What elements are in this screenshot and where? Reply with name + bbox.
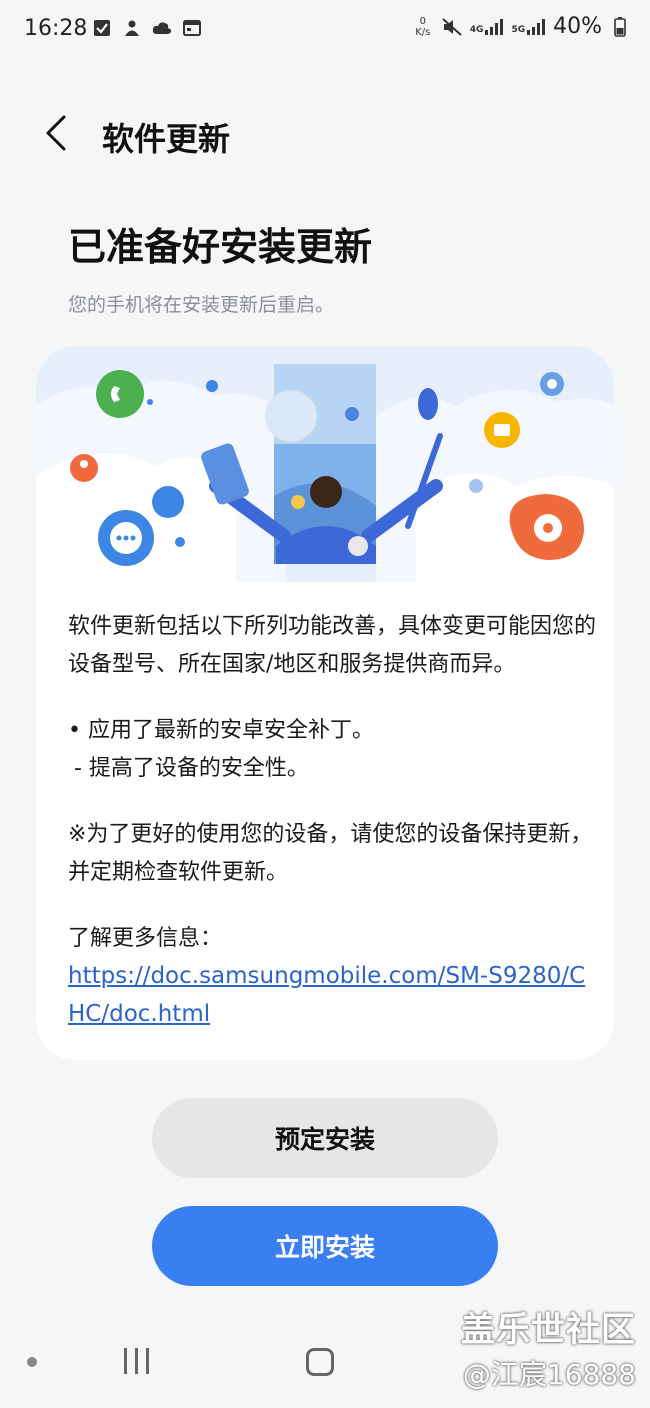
cloud-icon [152,18,172,38]
settings-app-bubble [540,372,564,396]
update-illustration [36,346,614,582]
notification-icons [92,18,202,38]
recent-apps-icon [124,1348,127,1374]
checkbox-notification-icon [92,18,112,38]
network-speed-value: 0 [419,15,426,27]
system-status-icons: 0 K/s 4G 5G 40% [412,14,630,39]
restart-notice: 您的手机将在安装更新后重启。 [68,294,335,316]
network-type-1: 4G [469,24,484,35]
status-time: 16:28 [24,16,88,41]
nav-dot-icon[interactable] [27,1357,37,1367]
signal-5g-icon: 5G [511,18,546,35]
app-notification-icon [122,18,142,38]
chevron-left-icon [46,115,66,151]
contacts-app-bubble [70,454,98,482]
files-app-bubble [484,412,520,448]
recent-apps-button[interactable] [124,1348,149,1374]
phone-app-bubble [96,370,144,418]
release-notes-link[interactable]: https://doc.samsungmobile.com/SM-S9280/C… [68,963,585,1027]
home-button[interactable] [306,1348,334,1376]
battery-percent: 40% [553,14,602,39]
schedule-install-button[interactable]: 预定安装 [152,1098,498,1178]
network-speed: 0 K/s [412,16,434,38]
update-details-card[interactable]: 软件更新包括以下所列功能改善，具体变更可能因您的设备型号、所在国家/地区和服务提… [36,346,614,1060]
status-bar: 16:28 0 K/s 4G 5G 40% [0,0,650,62]
install-now-button[interactable]: 立即安装 [152,1206,498,1286]
release-note-sub-bullet: - 提高了设备的安全性。 [74,756,309,781]
more-info-label: 了解更多信息： [68,926,223,951]
page-title: 软件更新 [102,120,231,158]
signal-4g-icon: 4G [469,18,504,35]
navigation-bar [0,1328,650,1408]
battery-icon [610,16,630,37]
update-ready-heading: 已准备好安装更新 [68,225,373,269]
network-speed-unit: K/s [415,26,431,38]
network-type-2: 5G [511,24,526,35]
release-notes: 软件更新包括以下所列功能改善，具体变更可能因您的设备型号、所在国家/地区和服务提… [68,608,598,1034]
update-recommendation-note: ※为了更好的使用您的设备，请使您的设备保持更新，并定期检查软件更新。 [68,822,593,885]
mute-icon [442,17,462,37]
release-notes-intro: 软件更新包括以下所列功能改善，具体变更可能因您的设备型号、所在国家/地区和服务提… [68,614,597,677]
back-button[interactable] [36,108,76,158]
calendar-icon [182,18,202,38]
release-note-bullet: • 应用了最新的安卓安全补丁。 [68,718,374,743]
